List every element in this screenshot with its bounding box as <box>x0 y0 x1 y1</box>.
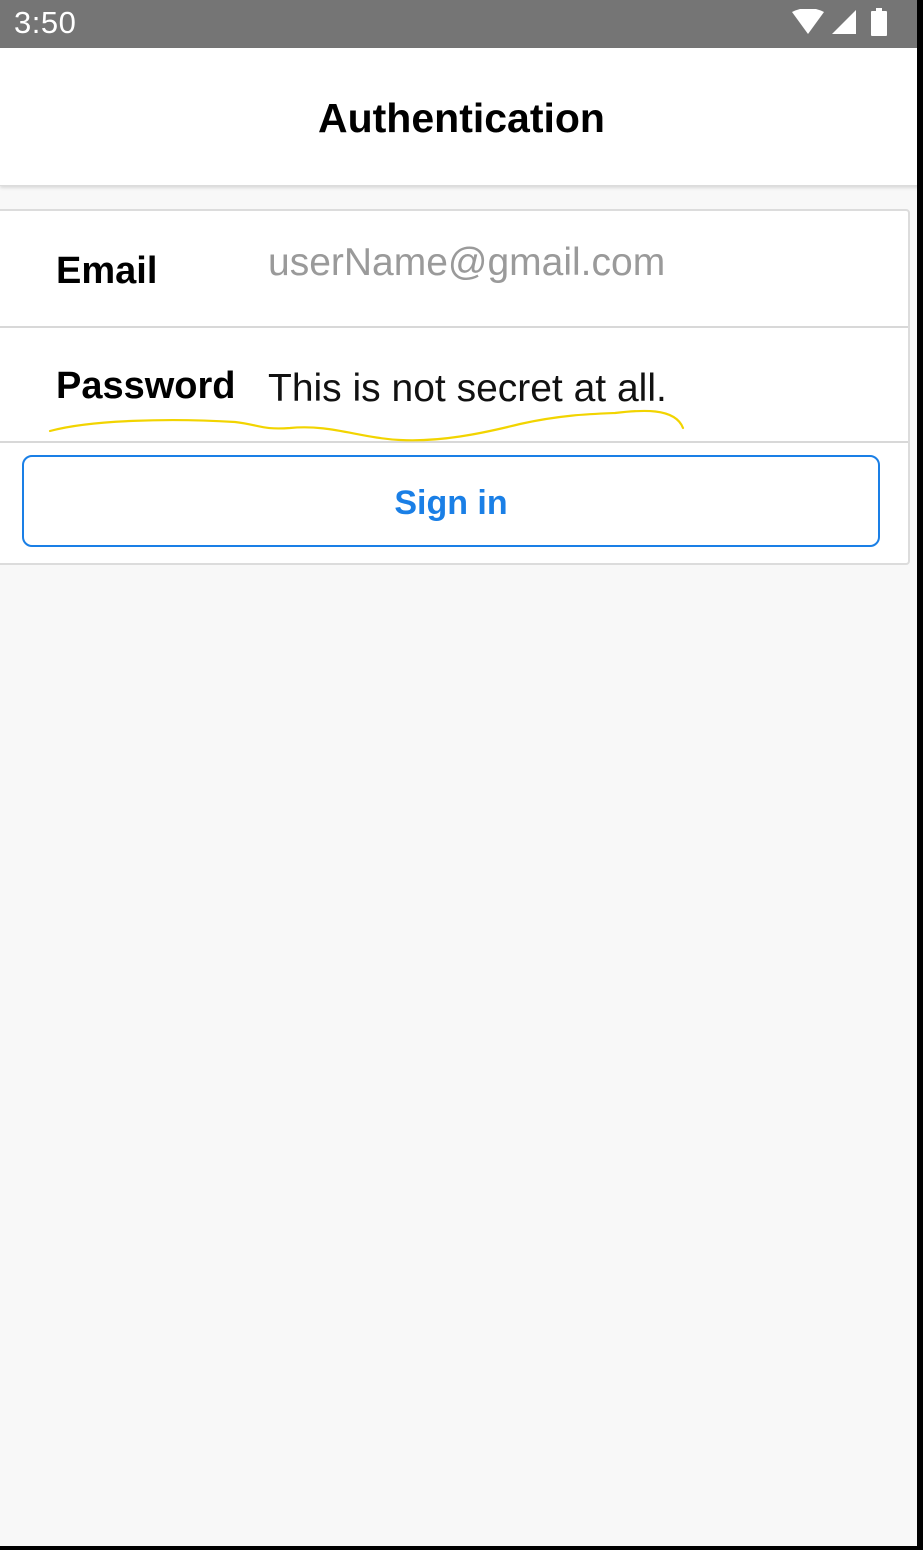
password-row: Password <box>0 326 908 443</box>
email-label: Email <box>56 250 158 292</box>
email-row: Email <box>0 211 908 328</box>
screen-edge-bottom <box>0 1546 923 1550</box>
status-icons <box>791 8 887 36</box>
sign-in-button[interactable]: Sign in <box>22 455 880 547</box>
app-header: Authentication <box>0 48 923 186</box>
status-time: 3:50 <box>14 5 77 40</box>
password-label: Password <box>56 365 236 407</box>
sign-in-form: Email Password Sign in <box>0 209 910 565</box>
wifi-icon <box>791 9 825 35</box>
cellular-signal-icon <box>831 9 857 35</box>
battery-icon <box>871 8 887 36</box>
status-bar: 3:50 <box>0 0 923 48</box>
email-field[interactable] <box>268 233 868 293</box>
app-screen: 3:50 Authentication Email userName@gmail… <box>0 0 923 1550</box>
screen-edge-right <box>917 0 923 1550</box>
page-title: Authentication <box>318 95 605 141</box>
password-field[interactable] <box>268 359 868 419</box>
